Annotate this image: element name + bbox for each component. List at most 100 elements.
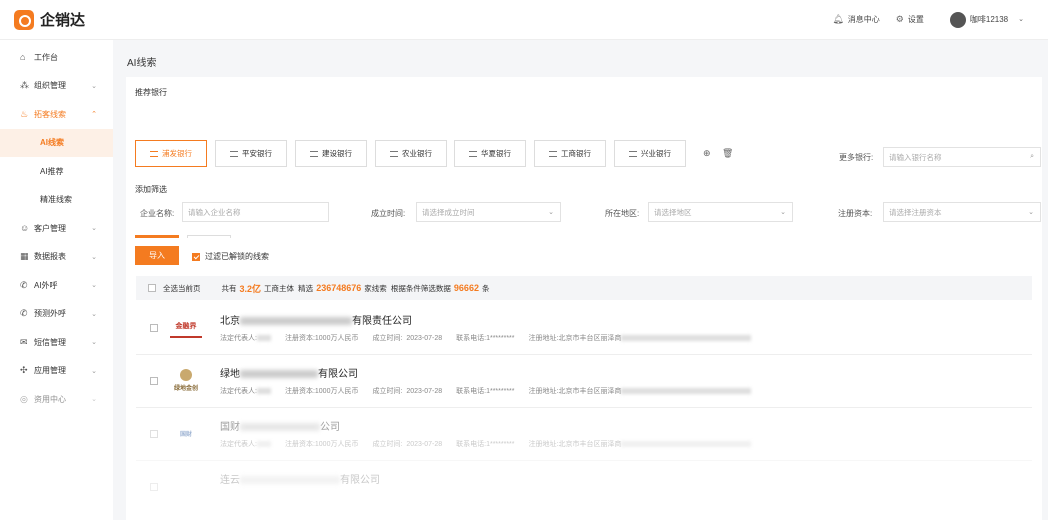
settings-button[interactable]: ⚙ 设置 [896, 14, 924, 25]
customer-icon: ☺ [20, 222, 30, 233]
row-checkbox[interactable] [150, 430, 158, 438]
more-banks-input[interactable]: 请输入银行名称 ⌕ [883, 147, 1041, 167]
address: 注册地址:北京市丰台区丽泽商 [528, 441, 622, 448]
sidebar-item-sms[interactable]: ✉ 短信管理 ⌄ [0, 328, 113, 357]
bank-icon [469, 150, 477, 157]
chevron-down-icon: ⌄ [1018, 16, 1024, 23]
filter-unlocked-checkbox[interactable]: 过滤已解锁的线索 [192, 251, 269, 262]
chevron-down-icon: ⌄ [91, 82, 97, 90]
redacted-text [240, 370, 318, 379]
bank-button-pingan[interactable]: 平安银行 [215, 140, 287, 167]
company-name-part: 公司 [320, 422, 340, 433]
sidebar-subitem-label: AI推荐 [40, 166, 64, 176]
founded-date: 成立时间: 2023-07-28 [372, 335, 443, 342]
company-name[interactable]: 国财 公司 [220, 418, 340, 433]
sidebar-item-ai-call[interactable]: ✆ AI外呼 ⌄ [0, 271, 113, 300]
summary-selected: 236748676 [316, 283, 362, 293]
bank-label: 浦发银行 [162, 149, 192, 158]
checkbox-checked-icon [192, 252, 200, 261]
sidebar-item-leads[interactable]: ♨ 拓客线索 ⌃ [0, 100, 113, 129]
capital-select[interactable]: 请选择注册资本 ⌄ [883, 202, 1041, 222]
table-row[interactable]: 国财 国财 公司 法定代表人: 注册资本:1000万人民币 成立时间: 2023-… [136, 408, 1032, 461]
notification-center[interactable]: 🔔︎ 消息中心 [832, 14, 879, 25]
region-label: 所在地区: [605, 209, 640, 218]
founded-label: 成立时间: [371, 209, 406, 218]
summary-text: 家线索 根据条件筛选数据 [364, 283, 451, 293]
company-name[interactable]: 连云 有限公司 [220, 471, 380, 486]
redacted-text [240, 317, 352, 326]
redacted-text [256, 388, 271, 395]
bank-icon [390, 150, 398, 157]
company-logo: 国财 [170, 418, 202, 448]
phone: 联系电话:1********* [456, 335, 515, 342]
reg-capital: 注册资本:1000万人民币 [284, 388, 359, 395]
founded-date: 成立时间: 2023-07-28 [372, 441, 443, 448]
user-name: 咖啡12138 [969, 15, 1009, 24]
user-menu[interactable]: 咖啡12138 ⌄ [949, 11, 1024, 28]
bank-button-gongshang[interactable]: 工商银行 [534, 140, 606, 167]
app-logo[interactable]: 企销达 [14, 9, 85, 30]
chevron-down-icon: ⌄ [1028, 209, 1034, 216]
bank-button-pufa[interactable]: 浦发银行 [135, 140, 207, 167]
logo-mark-icon [180, 368, 192, 381]
row-checkbox[interactable] [150, 377, 158, 385]
company-logo-text: 绿地金创 [173, 385, 198, 392]
sidebar-item-customers[interactable]: ☺ 客户管理 ⌄ [0, 214, 113, 243]
table-row[interactable]: 绿地金创 绿地 有限公司 法定代表人: 注册资本:1000万人民币 成立时间: 2… [136, 355, 1032, 408]
sidebar-subitem-precise-leads[interactable]: 精准线索 [0, 186, 113, 215]
import-button[interactable]: 导入 [135, 246, 179, 265]
bank-icon [150, 150, 158, 157]
sidebar-item-label: 客户管理 [34, 223, 66, 233]
sidebar-item-predict-call[interactable]: ✆ 预测外呼 ⌄ [0, 300, 113, 329]
app-name: 企销达 [40, 12, 86, 29]
select-page-label: 全选当前页 [163, 283, 201, 293]
company-name-label: 企业名称: [140, 209, 175, 218]
bank-button-jianshe[interactable]: 建设银行 [295, 140, 367, 167]
chevron-down-icon: ⌄ [548, 209, 554, 216]
chevron-down-icon: ⌄ [91, 225, 97, 233]
company-name[interactable]: 北京 有限责任公司 [220, 312, 412, 327]
bank-button-huaxia[interactable]: 华夏银行 [454, 140, 526, 167]
company-name[interactable]: 绿地 有限公司 [220, 365, 358, 380]
redacted-text [256, 335, 271, 342]
report-icon: ▦ [20, 251, 29, 262]
table-row[interactable]: 连云 有限公司 [136, 461, 1032, 514]
company-meta: 法定代表人: 注册资本:1000万人民币 成立时间: 2023-07-28 联系… [220, 386, 752, 396]
trash-icon[interactable]: 🗑︎ [722, 149, 733, 158]
sidebar-item-reports[interactable]: ▦ 数据报表 ⌄ [0, 243, 113, 272]
row-checkbox[interactable] [150, 483, 158, 491]
results-summary: 全选当前页 共有 3.2亿 工商主体 精选 236748676 家线索 根据条件… [136, 276, 1032, 300]
founded-select[interactable]: 请选择成立时间 ⌄ [416, 202, 561, 222]
row-checkbox[interactable] [150, 324, 158, 332]
redacted-text [621, 388, 752, 395]
phone: 联系电话:1********* [456, 441, 515, 448]
redacted-text [621, 335, 752, 342]
company-name-input[interactable]: 请输入企业名称 [182, 202, 329, 222]
sidebar-item-workbench[interactable]: ⌂ 工作台 [0, 43, 113, 72]
bank-button-nongye[interactable]: 农业银行 [375, 140, 447, 167]
sidebar-item-label: 短信管理 [34, 337, 66, 347]
sidebar-subitem-label: 精准线索 [40, 195, 72, 205]
capital-label: 注册资本: [838, 209, 873, 218]
more-banks-placeholder: 请输入银行名称 [889, 152, 942, 162]
org-icon: ⁂ [20, 80, 29, 91]
company-meta: 法定代表人: 注册资本:1000万人民币 成立时间: 2023-07-28 联系… [220, 333, 752, 343]
apps-icon: ✣ [20, 365, 28, 376]
company-name-part: 有限公司 [318, 369, 358, 380]
capital-placeholder: 请选择注册资本 [889, 207, 942, 217]
sidebar-subitem-ai-leads[interactable]: AI线索 [0, 128, 113, 157]
table-row[interactable]: 金融界 北京 有限责任公司 法定代表人: 注册资本:1000万人民币 成立时间: … [136, 302, 1032, 355]
chevron-down-icon: ⌄ [91, 396, 97, 404]
sidebar-item-org[interactable]: ⁂ 组织管理 ⌄ [0, 72, 113, 101]
company-placeholder: 请输入企业名称 [188, 207, 241, 217]
sidebar-subitem-ai-recommend[interactable]: AI推荐 [0, 157, 113, 186]
sidebar-item-apps[interactable]: ✣ 应用管理 ⌄ [0, 357, 113, 386]
reg-capital: 注册资本:1000万人民币 [284, 335, 359, 342]
more-banks-label: 更多银行: [839, 153, 874, 162]
add-circle-icon[interactable]: ⊕ [703, 149, 711, 158]
add-filter-label: 添加筛选 [135, 185, 167, 194]
sidebar-item-resources[interactable]: ◎ 资用中心 ⌄ [0, 385, 113, 414]
region-select[interactable]: 请选择地区 ⌄ [648, 202, 793, 222]
select-all-checkbox[interactable] [148, 284, 156, 292]
bank-button-xingye[interactable]: 兴业银行 [614, 140, 686, 167]
